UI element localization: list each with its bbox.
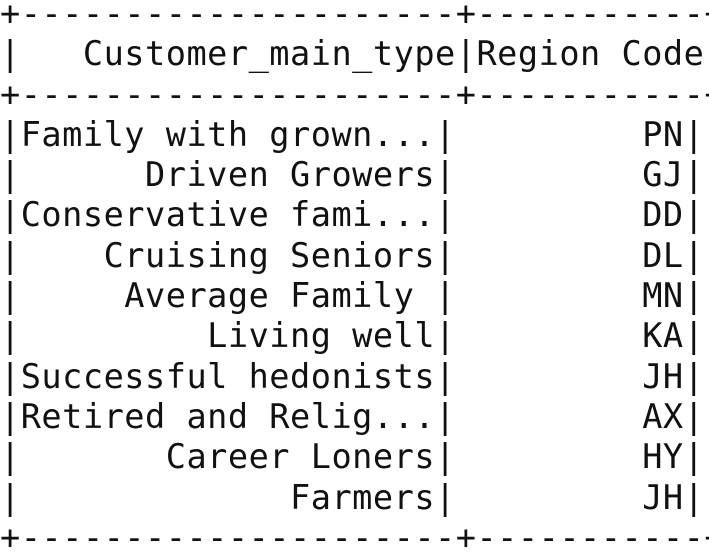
ascii-table-output: +---------------------+-----------+ | Cus…: [0, 0, 709, 558]
table-row: |Conservative fami...| DD|: [0, 195, 705, 235]
table-bottom-border: +---------------------+-----------+: [0, 517, 709, 557]
table-row: | Average Family | MN|: [0, 276, 705, 316]
table-top-border: +---------------------+-----------+: [0, 0, 709, 33]
table-row: | Farmers| JH|: [0, 477, 705, 517]
table-row: | Cruising Seniors| DL|: [0, 235, 705, 275]
table-row: |Family with grown...| PN|: [0, 114, 705, 154]
table-row: |Successful hedonists| JH|: [0, 356, 705, 396]
table-row: | Driven Growers| GJ|: [0, 155, 705, 195]
table-header-border: +---------------------+-----------+: [0, 74, 709, 114]
table-row: | Living well| KA|: [0, 316, 705, 356]
table-row: |Retired and Relig...| AX|: [0, 396, 705, 436]
table-row: | Career Loners| HY|: [0, 437, 705, 477]
table-header-row: | Customer_main_type|Region Code|: [0, 34, 709, 74]
